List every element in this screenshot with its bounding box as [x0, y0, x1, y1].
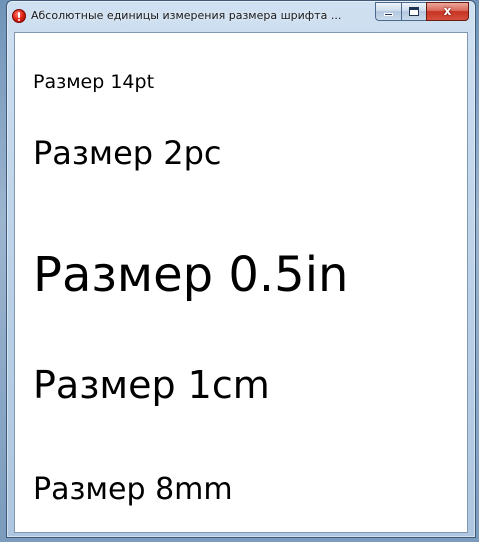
text-size-8mm: Размер 8mm — [33, 472, 233, 507]
minimize-icon — [384, 13, 393, 16]
desktop-background: Абсолютные единицы измерения размера шри… — [0, 0, 479, 542]
close-button[interactable]: x — [426, 2, 469, 21]
app-window: Абсолютные единицы измерения размера шри… — [6, 0, 476, 538]
maximize-button[interactable] — [401, 2, 426, 21]
close-icon: x — [443, 4, 452, 18]
caption-buttons: x — [375, 2, 469, 22]
text-size-2pc: Размер 2pc — [33, 134, 222, 172]
title-bar[interactable]: Абсолютные единицы измерения размера шри… — [7, 1, 475, 31]
minimize-button[interactable] — [375, 2, 401, 21]
text-size-0-5in: Размер 0.5in — [33, 247, 349, 303]
text-size-1cm: Размер 1cm — [33, 363, 270, 407]
text-size-14pt: Размер 14pt — [33, 71, 155, 93]
window-title: Абсолютные единицы измерения размера шри… — [31, 9, 342, 22]
window-content: Размер 14pt Размер 2pc Размер 0.5in Разм… — [14, 32, 468, 533]
error-icon[interactable] — [12, 9, 26, 23]
maximize-icon — [409, 7, 419, 16]
